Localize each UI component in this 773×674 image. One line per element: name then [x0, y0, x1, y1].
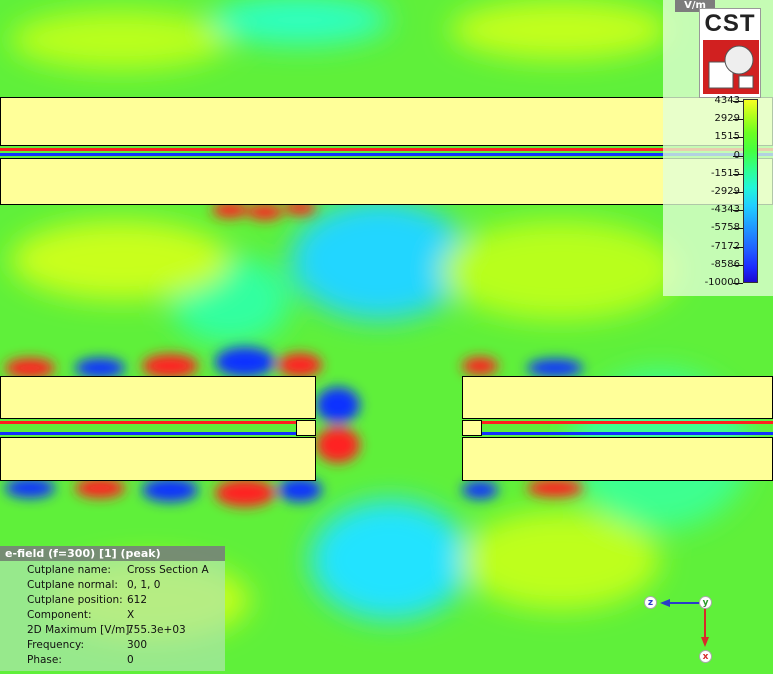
info-row-value: 0 — [127, 654, 134, 666]
right-structure-upper — [462, 376, 773, 419]
info-row-value: 755.3e+03 — [127, 624, 186, 636]
z-axis-label: z — [644, 596, 657, 609]
info-row-value: X — [127, 609, 135, 621]
legend-tick-mark — [733, 264, 743, 266]
color-legend: V/m CST 4343292915150-1515-2929-4343-575… — [663, 0, 773, 296]
top-structure-upper — [0, 97, 773, 146]
right-strip-blue — [482, 432, 773, 435]
legend-tick-mark — [733, 228, 743, 230]
left-feed-block — [296, 420, 316, 436]
legend-tick-mark — [733, 155, 743, 157]
logo-text: CST — [704, 10, 756, 37]
right-structure-lower — [462, 437, 773, 481]
info-row-value: 300 — [127, 639, 148, 651]
cst-logo-icon — [703, 40, 759, 94]
legend-tick-mark — [733, 137, 743, 139]
right-strip-red — [482, 421, 773, 424]
legend-tick-mark — [733, 192, 743, 193]
y-axis-label: y — [699, 596, 712, 609]
legend-tick-mark — [733, 210, 743, 212]
info-row-value: 0, 1, 0 — [127, 579, 161, 591]
info-row-label: Frequency: — [27, 639, 85, 651]
color-bar — [743, 99, 758, 283]
info-row-label: Cutplane normal: — [27, 579, 118, 591]
info-row-label: Cutplane name: — [27, 564, 111, 576]
left-strip-red — [0, 421, 296, 424]
legend-tick-mark — [733, 119, 743, 121]
info-row-label: Component: — [27, 609, 92, 621]
left-strip-blue — [0, 432, 296, 435]
info-panel-title: e-field (f=300) [1] (peak) — [0, 546, 225, 561]
info-row-value: Cross Section A — [127, 564, 209, 576]
axes-indicator[interactable]: z y x — [640, 590, 720, 670]
legend-tick-mark — [733, 246, 743, 248]
left-structure-lower — [0, 437, 316, 481]
info-row-label: Cutplane position: — [27, 594, 123, 606]
info-row-value: 612 — [127, 594, 148, 606]
info-row-label: 2D Maximum [V/m]: — [27, 624, 133, 636]
legend-tick-mark — [733, 173, 743, 175]
left-structure-upper — [0, 376, 316, 419]
legend-tick-mark — [733, 101, 743, 102]
right-feed-block — [462, 420, 482, 436]
x-axis-label: x — [699, 650, 712, 663]
legend-tick-mark — [733, 283, 743, 284]
info-panel: e-field (f=300) [1] (peak) Cutplane name… — [0, 546, 225, 671]
cst-logo: CST — [699, 8, 761, 98]
top-strip-blue — [0, 153, 773, 156]
top-structure-lower — [0, 158, 773, 205]
info-row-label: Phase: — [27, 654, 62, 666]
top-strip-red — [0, 148, 773, 151]
